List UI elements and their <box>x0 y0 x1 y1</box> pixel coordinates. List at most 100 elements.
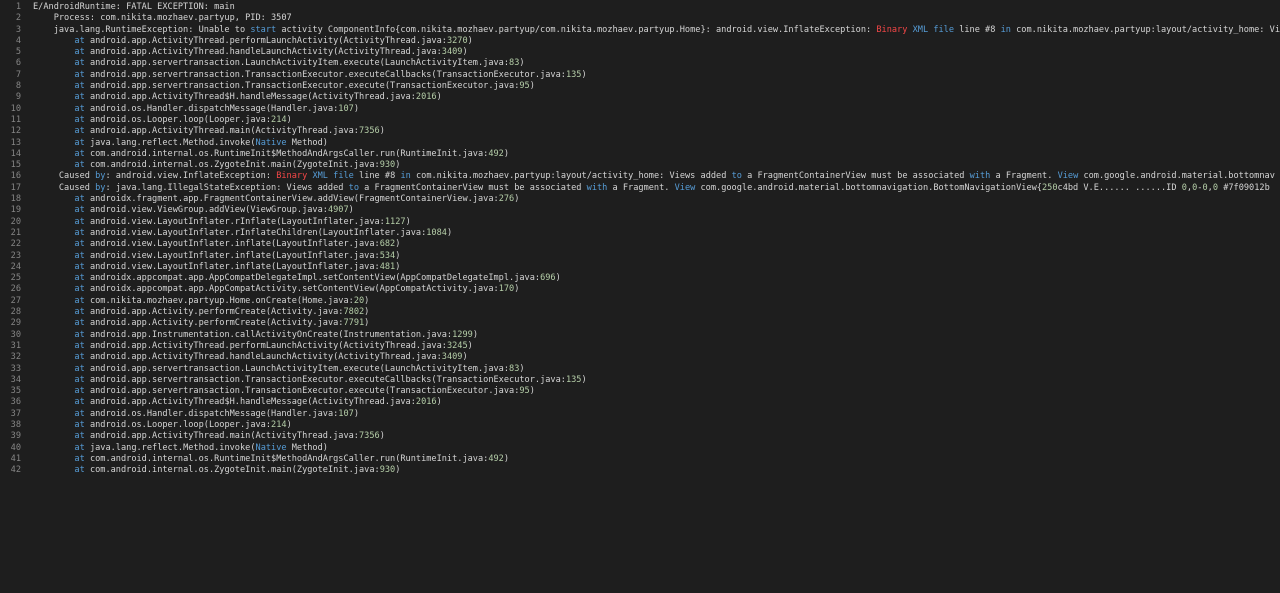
code-token: E/AndroidRuntime: FATAL EXCEPTION: main <box>33 2 235 12</box>
code-token: 83 <box>509 58 520 69</box>
code-line[interactable]: 9 at android.app.ActivityThread$H.handle… <box>0 92 1280 103</box>
code-token: line #8 <box>954 24 1001 35</box>
code-line[interactable]: 17 Caused by: java.lang.IllegalStateExce… <box>0 183 1280 194</box>
code-text: at android.os.Handler.dispatchMessage(Ha… <box>21 409 359 420</box>
code-line[interactable]: 30 at android.app.Instrumentation.callAc… <box>0 330 1280 341</box>
code-text: at android.app.ActivityThread.main(Activ… <box>21 126 384 137</box>
code-line[interactable]: 25 at androidx.appcompat.app.AppCompatDe… <box>0 273 1280 284</box>
code-text: E/AndroidRuntime: FATAL EXCEPTION: main <box>21 2 235 13</box>
code-line[interactable]: 34 at android.app.servertransaction.Tran… <box>0 375 1280 386</box>
code-line[interactable]: 19 at android.view.ViewGroup.addView(Vie… <box>0 205 1280 216</box>
code-token: in <box>1000 24 1011 35</box>
code-line[interactable]: 21 at android.view.LayoutInflater.rInfla… <box>0 228 1280 239</box>
code-token: by <box>95 171 106 182</box>
code-line[interactable]: 18 at androidx.fragment.app.FragmentCont… <box>0 194 1280 205</box>
code-line[interactable]: 15 at com.android.internal.os.ZygoteInit… <box>0 160 1280 171</box>
code-line[interactable]: 16 Caused by: android.view.InflateExcept… <box>0 171 1280 182</box>
code-text: at androidx.fragment.app.FragmentContain… <box>21 194 519 205</box>
code-line[interactable]: 38 at android.os.Looper.loop(Looper.java… <box>0 420 1280 431</box>
code-token: 1084 <box>426 227 447 238</box>
code-line[interactable]: 20 at android.view.LayoutInflater.rInfla… <box>0 217 1280 228</box>
code-token: 3245 <box>446 340 468 351</box>
code-token: ) <box>364 307 370 318</box>
code-line[interactable]: 35 at android.app.servertransaction.Tran… <box>0 386 1280 397</box>
code-token: ) <box>286 419 292 430</box>
code-line[interactable]: 41 at com.android.internal.os.RuntimeIni… <box>0 454 1280 465</box>
code-token: android.app.ActivityThread.performLaunch… <box>84 340 447 351</box>
code-token: Process: com.nikita.mozhaev.partyup, PID… <box>33 13 292 24</box>
code-text: at android.app.ActivityThread$H.handleMe… <box>21 397 442 408</box>
code-token: 214 <box>271 114 287 125</box>
code-editor[interactable]: 1 E/AndroidRuntime: FATAL EXCEPTION: main… <box>0 0 1280 593</box>
code-token: file <box>333 171 354 182</box>
code-token: a FragmentContainerView must be associat… <box>741 171 970 182</box>
code-token: android.view.LayoutInflater.inflate(Layo… <box>84 250 380 261</box>
code-token: android.os.Looper.loop(Looper.java: <box>84 419 272 430</box>
code-token: at <box>74 397 85 408</box>
code-token: android.app.ActivityThread.handleLaunchA… <box>84 352 442 363</box>
code-line[interactable]: 36 at android.app.ActivityThread$H.handl… <box>0 397 1280 408</box>
code-line[interactable]: 4 at android.app.ActivityThread.performL… <box>0 36 1280 47</box>
code-token: Native <box>255 137 287 148</box>
code-line[interactable]: 7 at android.app.servertransaction.Trans… <box>0 70 1280 81</box>
code-line[interactable]: 42 at com.android.internal.os.ZygoteInit… <box>0 465 1280 476</box>
code-token: android.view.LayoutInflater.rInflate(Lay… <box>84 216 385 227</box>
line-number: 29 <box>10 318 21 329</box>
code-token: at <box>74 386 85 397</box>
code-line[interactable]: 33 at android.app.servertransaction.Laun… <box>0 364 1280 375</box>
code-line[interactable]: 22 at android.view.LayoutInflater.inflat… <box>0 239 1280 250</box>
code-token: ) <box>519 363 525 374</box>
line-number: 12 <box>10 126 21 137</box>
line-number: 22 <box>10 239 21 250</box>
code-line[interactable]: 10 at android.os.Handler.dispatchMessage… <box>0 104 1280 115</box>
code-line[interactable]: 27 at com.nikita.mozhaev.partyup.Home.on… <box>0 296 1280 307</box>
code-line[interactable]: 29 at android.app.Activity.performCreate… <box>0 318 1280 329</box>
code-token: ) <box>581 374 587 385</box>
code-line[interactable]: 2 Process: com.nikita.mozhaev.partyup, P… <box>0 13 1280 24</box>
code-token: file <box>933 24 955 35</box>
code-line[interactable]: 28 at android.app.Activity.performCreate… <box>0 307 1280 318</box>
line-number: 4 <box>15 35 21 46</box>
code-line[interactable]: 8 at android.app.servertransaction.Trans… <box>0 81 1280 92</box>
code-line[interactable]: 39 at android.app.ActivityThread.main(Ac… <box>0 431 1280 442</box>
code-line[interactable]: 32 at android.app.ActivityThread.handleL… <box>0 352 1280 363</box>
code-line[interactable]: 14 at com.android.internal.os.RuntimeIni… <box>0 149 1280 160</box>
code-text: Caused by: android.view.InflateException… <box>21 171 1275 182</box>
code-text: at android.app.Instrumentation.callActiv… <box>21 330 478 341</box>
code-token: androidx.appcompat.app.AppCompatDelegate… <box>84 273 541 284</box>
code-token: 135 <box>565 69 582 80</box>
code-line[interactable]: 24 at android.view.LayoutInflater.inflat… <box>0 262 1280 273</box>
code-line[interactable]: 13 at java.lang.reflect.Method.invoke(Na… <box>0 138 1280 149</box>
code-line[interactable]: 5 at android.app.ActivityThread.handleLa… <box>0 47 1280 58</box>
code-token: ) <box>436 397 442 408</box>
code-token: ) <box>519 58 525 69</box>
code-line[interactable]: 23 at android.view.LayoutInflater.inflat… <box>0 251 1280 262</box>
code-token: ) <box>462 47 468 58</box>
code-token: ) <box>348 205 354 216</box>
code-token: 107 <box>338 408 354 419</box>
code-token: android.view.ViewGroup.addView(ViewGroup… <box>84 205 328 216</box>
code-token: line #8 <box>353 171 401 182</box>
code-line[interactable]: 37 at android.os.Handler.dispatchMessage… <box>0 409 1280 420</box>
code-text: at android.os.Looper.loop(Looper.java:21… <box>21 114 291 126</box>
code-line[interactable]: 1 E/AndroidRuntime: FATAL EXCEPTION: main <box>0 2 1280 13</box>
code-token: at <box>74 216 85 227</box>
code-token: android.os.Handler.dispatchMessage(Handl… <box>84 408 339 419</box>
code-line[interactable]: 31 at android.app.ActivityThread.perform… <box>0 341 1280 352</box>
code-token: 1299 <box>452 329 473 340</box>
code-line[interactable]: 12 at android.app.ActivityThread.main(Ac… <box>0 126 1280 137</box>
code-line[interactable]: 11 at android.os.Looper.loop(Looper.java… <box>0 115 1280 126</box>
code-line[interactable]: 3 java.lang.RuntimeException: Unable to … <box>0 25 1280 36</box>
code-line[interactable]: 6 at android.app.servertransaction.Launc… <box>0 58 1280 69</box>
code-token: at <box>74 442 85 453</box>
code-line[interactable]: 40 at java.lang.reflect.Method.invoke(Na… <box>0 443 1280 454</box>
code-line[interactable]: 26 at androidx.appcompat.app.AppCompatAc… <box>0 284 1280 295</box>
code-token: a Fragment. <box>607 182 675 193</box>
line-number: 8 <box>15 81 21 92</box>
